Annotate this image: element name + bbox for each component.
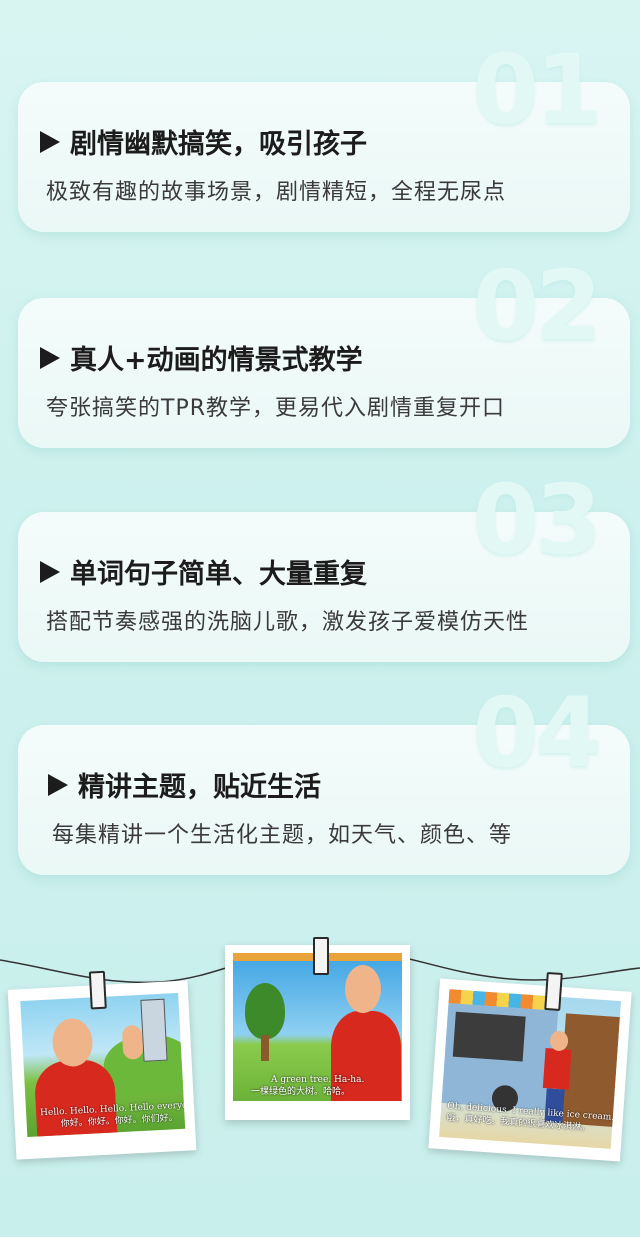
feature-card-2: 02 真人+动画的情景式教学 夸张搞笑的TPR教学，更易代入剧情重复开口: [18, 258, 630, 448]
card-title-text: 单词句子简单、大量重复: [70, 559, 367, 590]
card-title: 单词句子简单、大量重复: [40, 552, 367, 591]
card-description: 极致有趣的故事场景，剧情精短，全程无尿点: [46, 180, 507, 205]
photo-frame-2: A green tree. Ha-ha. 一棵绿色的大树。哈哈。: [225, 937, 410, 1120]
card-number: 04: [472, 677, 602, 789]
caption-chinese: 一棵绿色的大树。哈哈。: [251, 1087, 351, 1097]
card-title-text: 精讲主题，贴近生活: [78, 772, 321, 803]
castle-icon: [140, 998, 168, 1062]
card-number: 02: [472, 250, 602, 362]
video-still-1: Hello. Hello. Hello. Hello everyone. 你好。…: [20, 992, 186, 1137]
card-title-text: 剧情幽默搞笑，吸引孩子: [70, 129, 367, 160]
clothes-clip: [544, 971, 563, 1011]
play-triangle-icon: [48, 773, 68, 796]
card-number: 01: [472, 34, 602, 146]
feature-card-1: 01 剧情幽默搞笑，吸引孩子 极致有趣的故事场景，剧情精短，全程无尿点: [18, 42, 630, 232]
video-still-3: Oh, delicious. I really like ice cream. …: [439, 989, 622, 1149]
feature-card-3: 03 单词句子简单、大量重复 搭配节奏感强的洗脑儿歌，激发孩子爱模仿天性: [18, 472, 630, 662]
caption-english: A green tree. Ha-ha.: [271, 1075, 365, 1085]
card-title: 剧情幽默搞笑，吸引孩子: [40, 122, 367, 161]
card-title: 真人+动画的情景式教学: [40, 338, 363, 377]
photo-frame-1: Hello. Hello. Hello. Hello everyone. 你好。…: [7, 970, 197, 1160]
card-description: 搭配节奏感强的洗脑儿歌，激发孩子爱模仿天性: [46, 610, 530, 635]
play-triangle-icon: [40, 346, 60, 369]
card-description: 夸张搞笑的TPR教学，更易代入剧情重复开口: [46, 396, 505, 421]
waving-hand-icon: [121, 1024, 144, 1060]
tree-icon: [245, 983, 285, 1039]
card-title-text: 真人+动画的情景式教学: [70, 345, 363, 376]
video-still-2: A green tree. Ha-ha. 一棵绿色的大树。哈哈。: [233, 953, 402, 1101]
card-number: 03: [472, 464, 602, 576]
photo-frame-3: Oh, delicious. I really like ice cream. …: [428, 971, 632, 1162]
card-description: 每集精讲一个生活化主题，如天气、颜色、等: [52, 823, 513, 848]
card-title: 精讲主题，贴近生活: [48, 765, 321, 804]
clothes-clip: [88, 970, 107, 1010]
presenter-face: [345, 965, 381, 1013]
feature-card-4: 04 精讲主题，贴近生活 每集精讲一个生活化主题，如天气、颜色、等: [18, 685, 630, 875]
play-triangle-icon: [40, 130, 60, 153]
play-triangle-icon: [40, 560, 60, 583]
presenter-shirt: [542, 1048, 572, 1090]
clothes-clip: [313, 937, 329, 975]
